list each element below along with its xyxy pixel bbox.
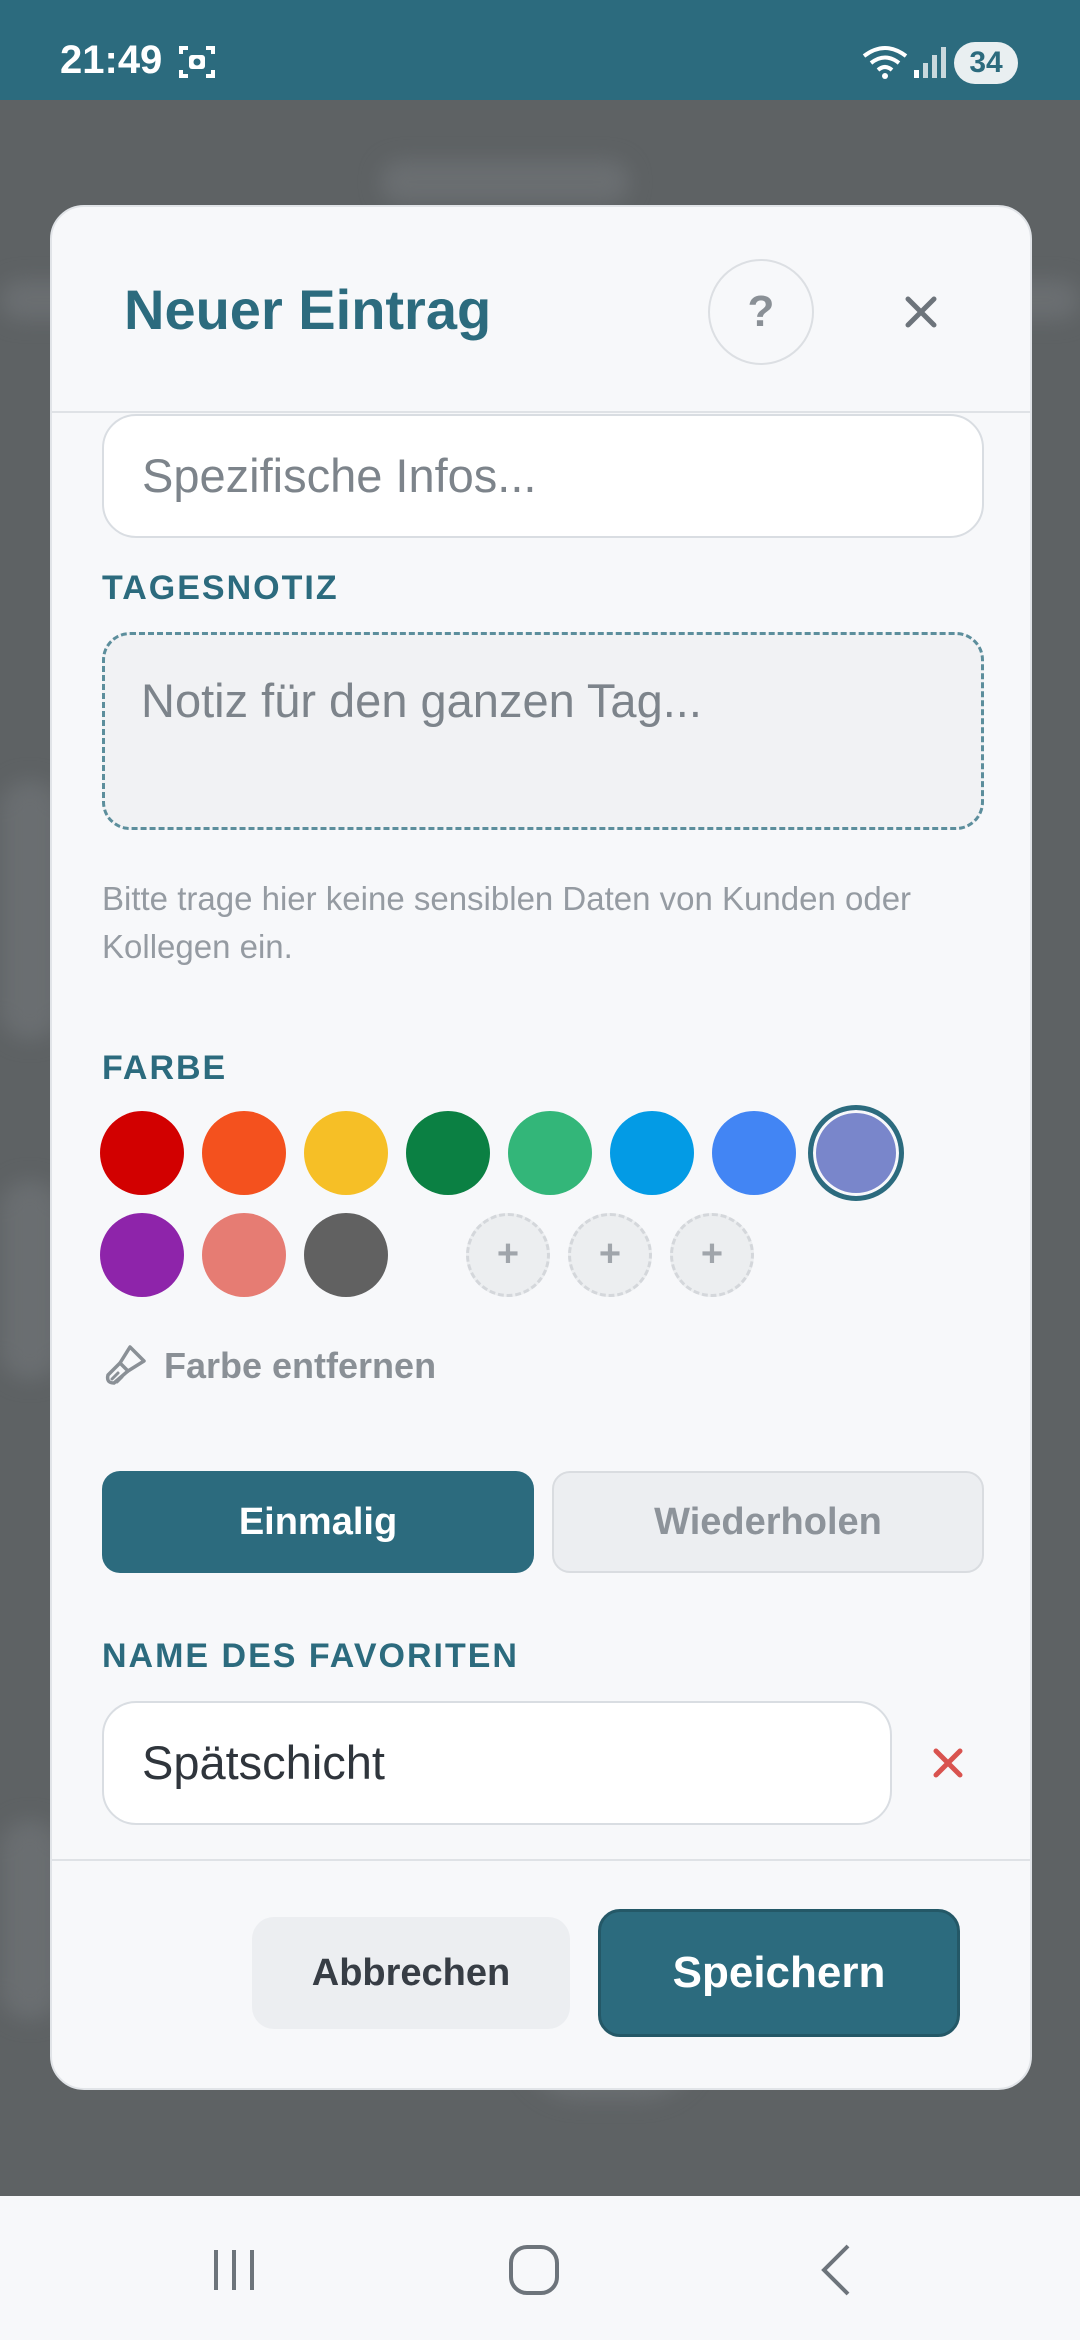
day-note-placeholder: Notiz für den ganzen Tag... [141,674,702,727]
dialog-footer: Abbrechen Speichern [52,1859,1030,2088]
day-note-textarea[interactable]: Notiz für den ganzen Tag... [102,632,984,830]
wifi-icon [862,46,908,79]
home-icon[interactable] [506,2242,562,2298]
system-nav-bar [0,2196,1080,2340]
color-swatch-light-blue[interactable] [610,1111,694,1195]
favorite-name-value: Spätschicht [142,1736,385,1789]
cancel-button[interactable]: Abbrechen [252,1917,570,2029]
brush-icon [105,1345,146,1385]
signal-icon [914,47,946,78]
recent-apps-icon[interactable] [206,2242,262,2298]
save-button[interactable]: Speichern [598,1909,960,2037]
repeat-toggle[interactable]: Wiederholen [552,1471,984,1573]
status-bar: 21:49 34 [0,0,1080,100]
color-swatch-blue[interactable] [712,1111,796,1195]
specific-info-input[interactable]: Spezifische Infos... [102,414,984,538]
once-toggle[interactable]: Einmalig [102,1471,534,1573]
dialog-header: Neuer Eintrag ? [52,207,1030,413]
close-icon[interactable] [888,279,954,345]
color-swatch-red[interactable] [100,1111,184,1195]
day-note-label: TAGESNOTIZ [102,569,339,607]
color-swatch-orange[interactable] [202,1111,286,1195]
help-button[interactable]: ? [708,259,814,365]
status-time: 21:49 [60,38,163,82]
clear-name-icon[interactable] [924,1739,972,1787]
remove-color-label: Farbe entfernen [164,1345,437,1386]
new-entry-dialog: Neuer Eintrag ? Spezifische Infos... TAG… [50,205,1032,2090]
color-label: FARBE [102,1049,228,1087]
privacy-hint: Bitte trage hier keine sensiblen Daten v… [102,880,912,965]
color-swatch-yellow[interactable] [304,1111,388,1195]
color-swatch-dark-green[interactable] [406,1111,490,1195]
dialog-title: Neuer Eintrag [124,278,492,341]
back-icon[interactable] [810,2242,866,2298]
battery-level: 34 [954,42,1018,84]
color-swatch-salmon[interactable] [202,1213,286,1297]
favorite-name-label: NAME DES FAVORITEN [102,1637,519,1675]
color-swatch-gray[interactable] [304,1213,388,1297]
color-swatch-green[interactable] [508,1111,592,1195]
add-color-button[interactable]: + [466,1213,550,1297]
color-swatch-lavender-selected[interactable] [808,1105,904,1201]
specific-info-placeholder: Spezifische Infos... [142,449,537,502]
favorite-name-input[interactable]: Spätschicht [102,1701,892,1825]
add-color-button[interactable]: + [670,1213,754,1297]
color-swatch-purple[interactable] [100,1213,184,1297]
add-color-button[interactable]: + [568,1213,652,1297]
screenshot-icon [179,46,215,78]
